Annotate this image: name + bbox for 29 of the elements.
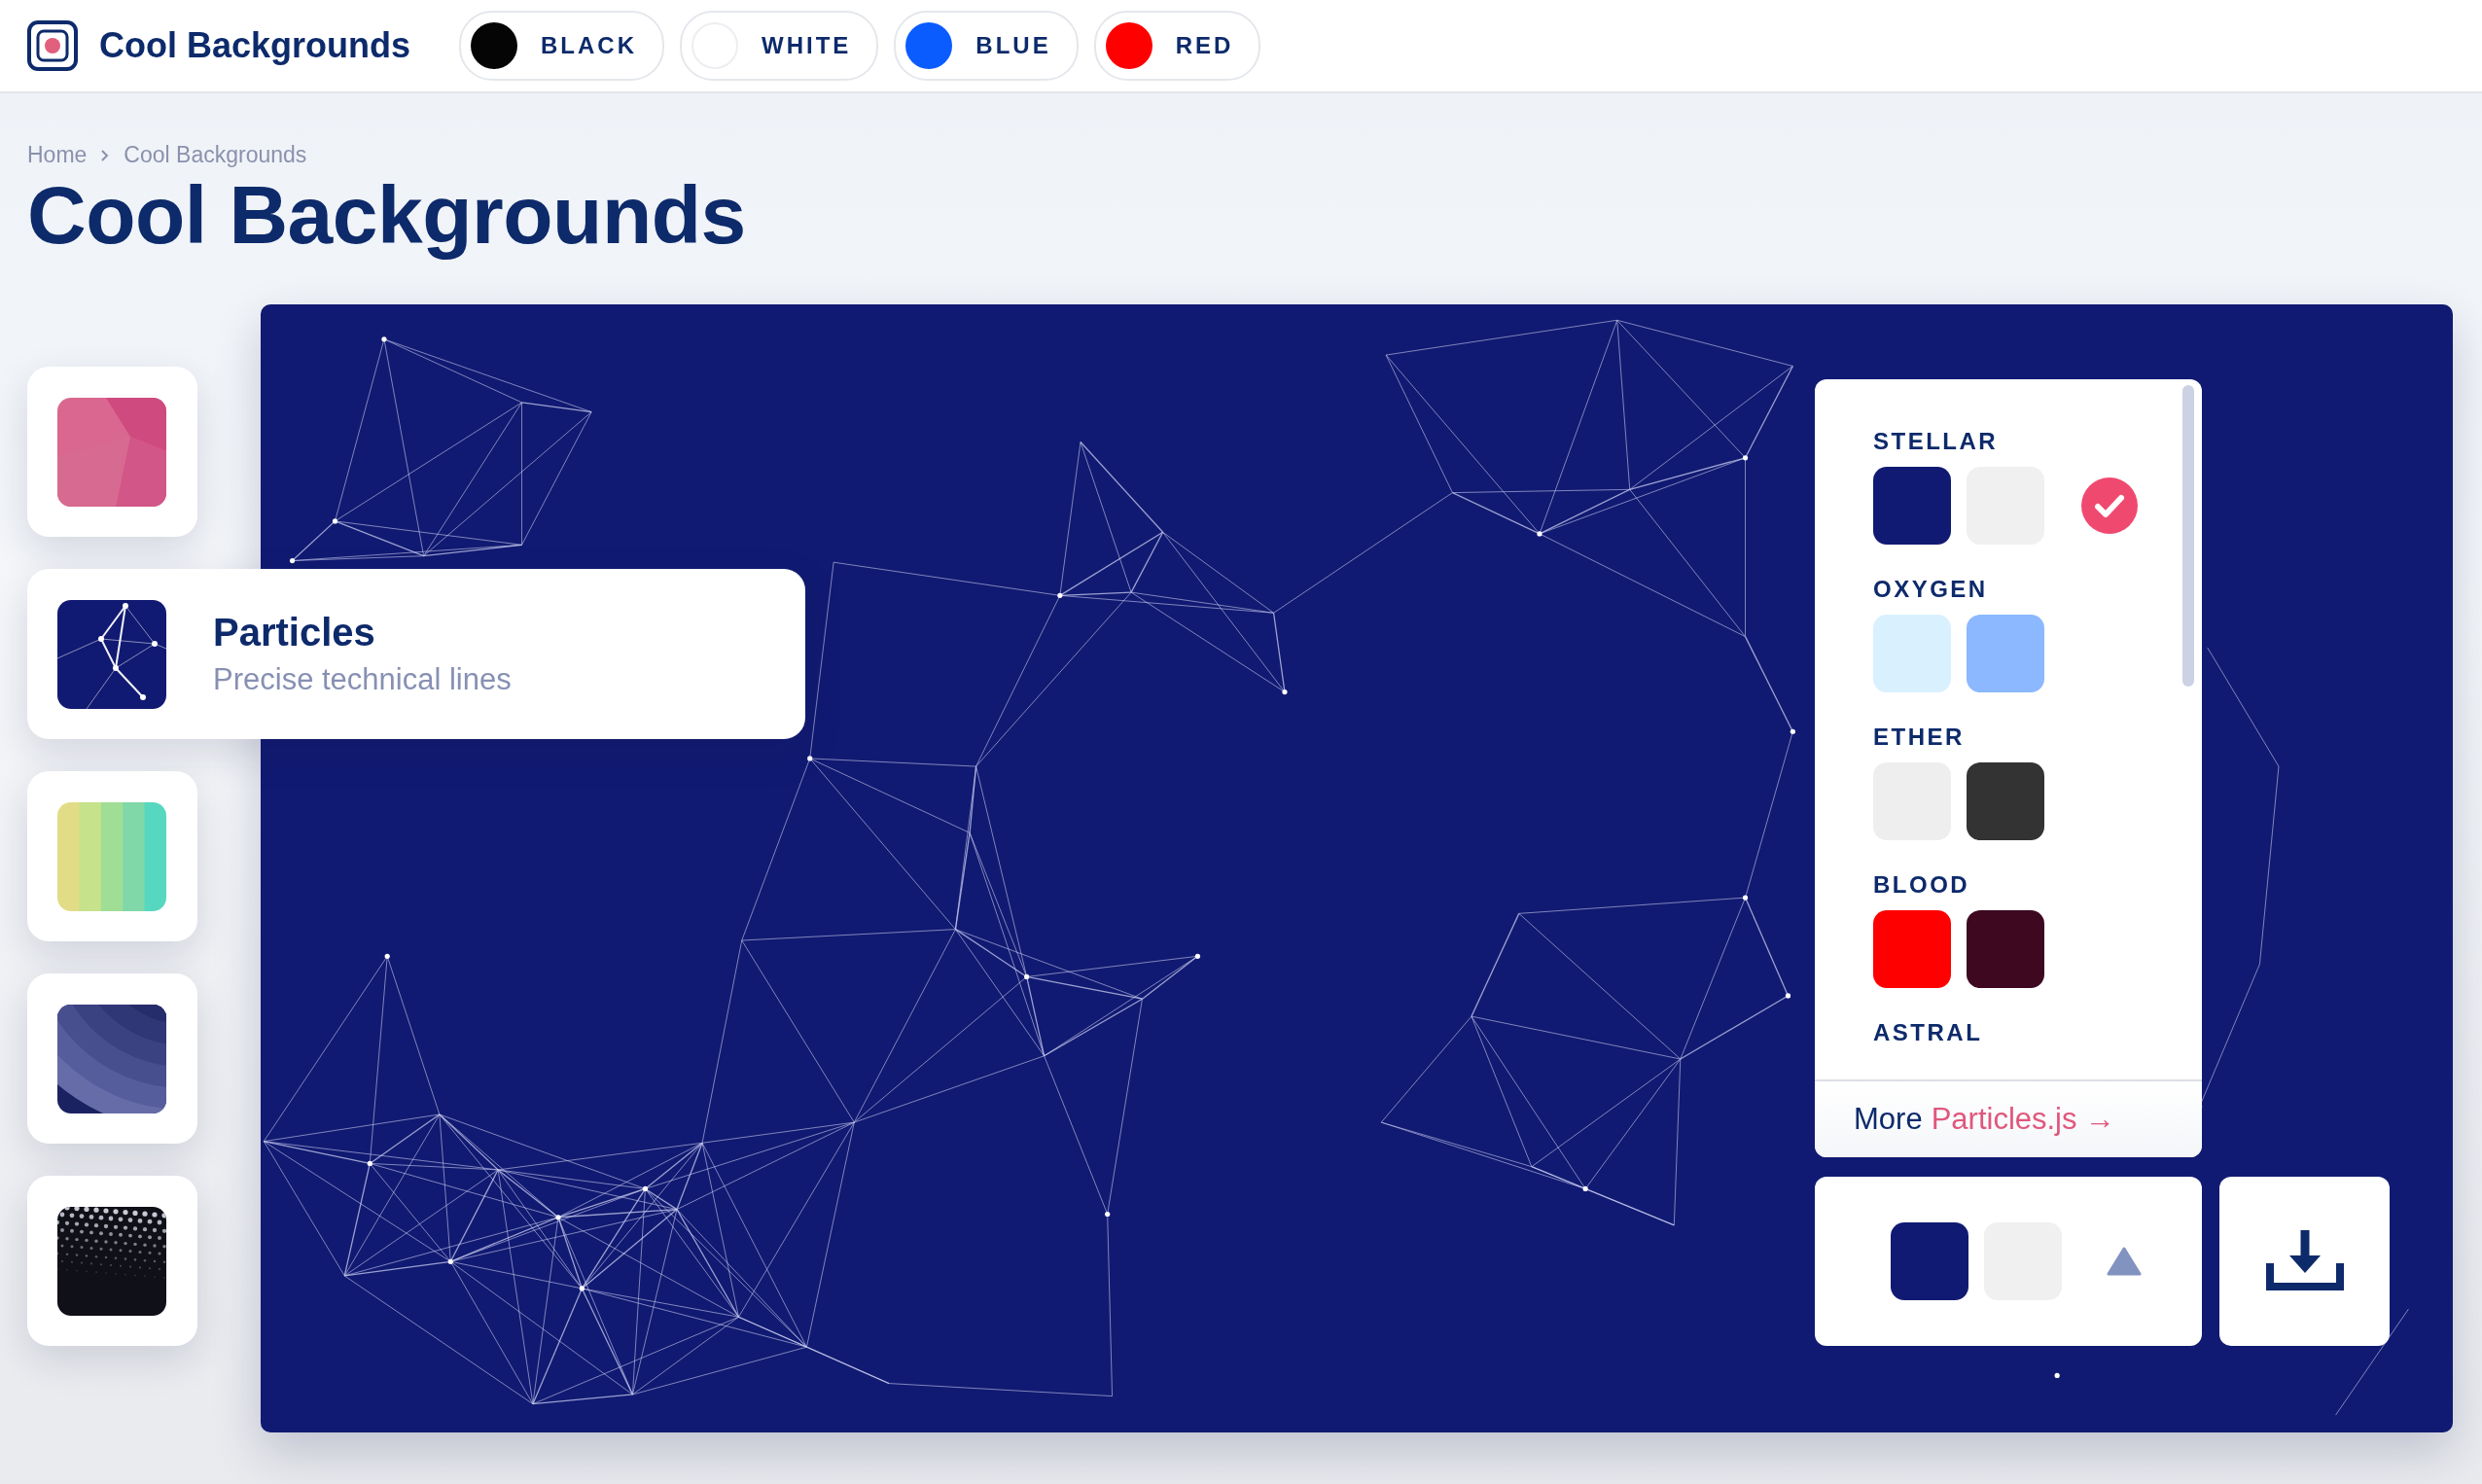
- background-style-card[interactable]: Particles Precise technical lines: [27, 569, 805, 739]
- logo-icon: [27, 20, 78, 71]
- color-swatch[interactable]: [1967, 615, 2044, 692]
- color-swatch[interactable]: [1967, 910, 2044, 988]
- color-swatch[interactable]: [1873, 467, 1951, 545]
- more-label: More: [1854, 1102, 1923, 1137]
- triangle-icon[interactable]: [2107, 1247, 2142, 1276]
- background-style-card[interactable]: [27, 973, 197, 1144]
- style-name: Particles: [213, 611, 376, 654]
- color-swatch[interactable]: [1873, 910, 1951, 988]
- color-swatch[interactable]: [1873, 615, 1951, 692]
- background-style-card[interactable]: [27, 1176, 197, 1346]
- palette-name: BLOOD: [1873, 871, 1971, 899]
- color-filter-chip[interactable]: BLACK: [459, 11, 665, 81]
- chevron-icon: [100, 148, 111, 162]
- palette-name: ASTRAL: [1873, 1019, 1984, 1046]
- color-swatch[interactable]: [1891, 1222, 1968, 1300]
- palette-name: ETHER: [1873, 724, 1966, 751]
- color-filter-chip[interactable]: RED: [1093, 11, 1261, 81]
- brand-name[interactable]: Cool Backgrounds: [99, 25, 411, 66]
- download-button[interactable]: [2219, 1177, 2390, 1346]
- palette-name: STELLAR: [1873, 428, 2000, 455]
- color-swatch[interactable]: [1967, 762, 2044, 840]
- style-description: Precise technical lines: [213, 662, 512, 697]
- palette-name: OXYGEN: [1873, 576, 1989, 603]
- color-filter-chip[interactable]: BLUE: [894, 11, 1079, 81]
- download-icon: [2265, 1230, 2344, 1292]
- color-filter-chip[interactable]: WHITE: [680, 11, 879, 81]
- scrollbar-thumb[interactable]: [2182, 385, 2194, 687]
